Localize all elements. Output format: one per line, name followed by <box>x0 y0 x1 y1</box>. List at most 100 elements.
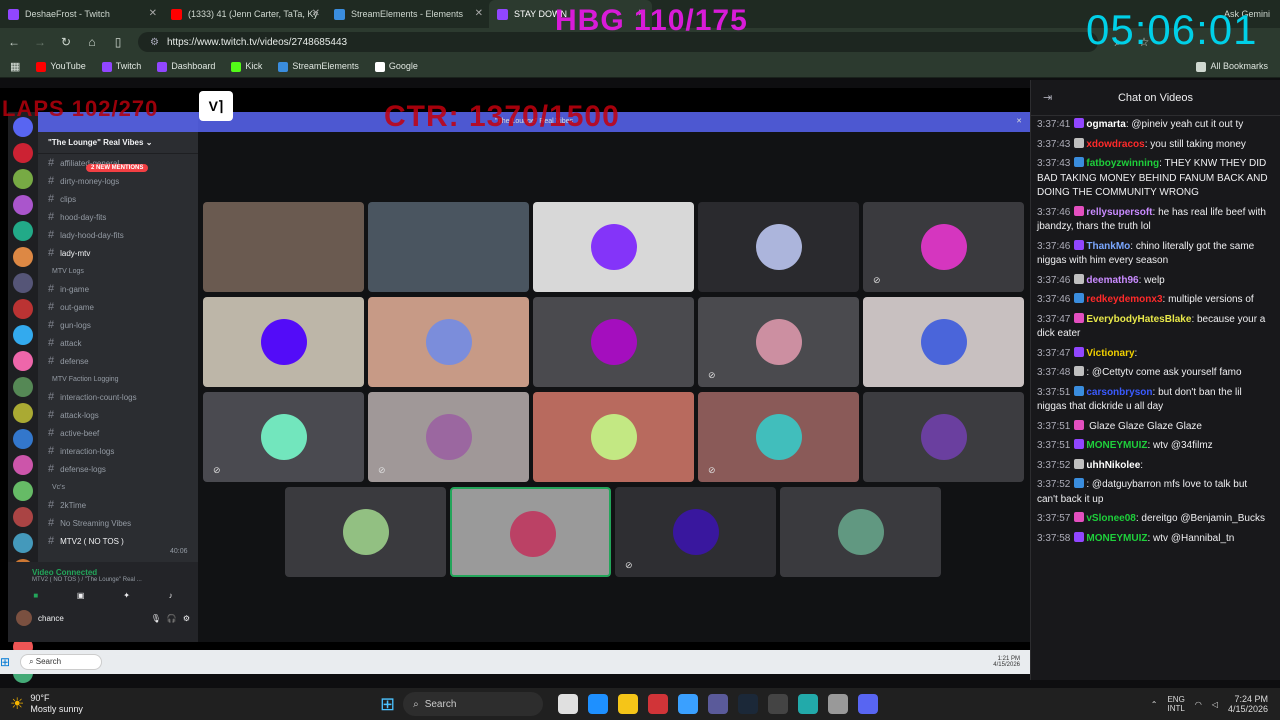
taskbar-app-icon[interactable] <box>558 694 579 714</box>
video-tile[interactable]: ⊘ <box>698 297 859 387</box>
channel-item[interactable]: # defense-logs <box>38 460 198 478</box>
channel-item[interactable]: # out-game <box>38 298 198 316</box>
video-tile[interactable]: ⊘ <box>863 202 1024 292</box>
volume-icon[interactable]: ◁ <box>1212 700 1218 709</box>
channel-category[interactable]: MTV Logs <box>38 262 198 280</box>
taskbar-app-icon[interactable] <box>678 694 699 714</box>
activities-icon[interactable]: ✦ <box>123 591 130 600</box>
video-tile[interactable]: ⊘ <box>203 392 364 482</box>
mic-icon[interactable]: 🎙 <box>151 614 161 623</box>
video-tile[interactable] <box>863 297 1024 387</box>
channel-item[interactable]: # gun-logs <box>38 316 198 334</box>
taskbar-app-icon[interactable] <box>618 694 639 714</box>
video-tile[interactable]: ⊘ <box>368 392 529 482</box>
video-tile[interactable] <box>368 297 529 387</box>
server-icon[interactable] <box>13 351 33 371</box>
server-icon[interactable] <box>13 377 33 397</box>
server-icon[interactable] <box>13 507 33 527</box>
channel-category[interactable]: MTV Faction Logging <box>38 370 198 388</box>
video-tile[interactable] <box>780 487 941 577</box>
video-tile[interactable] <box>450 487 611 577</box>
taskbar-app-icon[interactable] <box>768 694 789 714</box>
video-tile[interactable] <box>533 297 694 387</box>
soundboard-icon[interactable]: ♪ <box>169 591 173 600</box>
bookmark-dashboard[interactable]: Dashboard <box>157 61 215 72</box>
browser-tab-0[interactable]: DeshaeFrost - Twitch ✕ <box>0 0 163 28</box>
close-tab-icon[interactable]: ✕ <box>149 8 157 19</box>
chat-username[interactable]: xdowdracos <box>1086 139 1144 150</box>
video-tile[interactable] <box>533 392 694 482</box>
home-icon[interactable]: ⌂ <box>86 35 98 49</box>
taskbar-app-icon[interactable] <box>738 694 759 714</box>
video-tile[interactable] <box>203 297 364 387</box>
channel-item[interactable]: # interaction-logs <box>38 442 198 460</box>
taskbar-app-icon[interactable] <box>708 694 729 714</box>
server-icon[interactable] <box>13 221 33 241</box>
server-icon[interactable] <box>13 169 33 189</box>
video-tile[interactable] <box>863 392 1024 482</box>
sidebar-icon[interactable]: ▯ <box>112 35 124 49</box>
back-icon[interactable]: ← <box>8 35 20 49</box>
all-bookmarks-button[interactable]: All Bookmarks <box>1196 61 1268 72</box>
chat-username[interactable]: carsonbryson <box>1086 387 1152 398</box>
video-tile[interactable] <box>533 202 694 292</box>
settings-gear-icon[interactable]: ⚙ <box>183 614 190 623</box>
site-info-icon[interactable]: ⚙ <box>150 37 159 48</box>
server-icon[interactable] <box>13 403 33 423</box>
clock[interactable]: 7:24 PM 4/15/2026 <box>1228 694 1268 714</box>
server-icon[interactable] <box>13 481 33 501</box>
server-icon[interactable] <box>13 533 33 553</box>
chat-username[interactable]: uhhNikolee <box>1086 460 1140 471</box>
taskbar-app-icon[interactable] <box>828 694 849 714</box>
banner-close-icon[interactable]: ✕ <box>1016 112 1022 132</box>
start-icon[interactable]: ⊞ <box>380 694 395 715</box>
browser-tab-1[interactable]: (1333) 41 (Jenn Carter, TaTa, Ky ✕ <box>163 0 326 28</box>
chat-username[interactable]: fatboyzwinning <box>1086 158 1159 169</box>
server-icon[interactable] <box>13 325 33 345</box>
chat-username[interactable]: MONEYMUIZ <box>1086 533 1147 544</box>
chat-username[interactable]: rellysupersoft <box>1086 207 1152 218</box>
taskbar-app-icon[interactable] <box>648 694 669 714</box>
video-tile[interactable]: ⊘ <box>615 487 776 577</box>
server-icon[interactable] <box>13 247 33 267</box>
close-tab-icon[interactable]: ✕ <box>312 8 320 19</box>
chat-username[interactable]: EverybodyHatesBlake <box>1086 314 1191 325</box>
channel-item[interactable]: # lady-mtv <box>38 244 198 262</box>
chat-username[interactable]: ThankMo <box>1086 241 1130 252</box>
forward-icon[interactable]: → <box>34 35 46 49</box>
chat-username[interactable]: MONEYMUIZ <box>1086 440 1147 451</box>
server-icon[interactable] <box>13 143 33 163</box>
chat-username[interactable]: ogmarta <box>1086 119 1125 130</box>
channel-item[interactable]: #2kTime <box>38 496 198 514</box>
channel-item[interactable]: # defense <box>38 352 198 370</box>
channel-item[interactable]: # hood-day-fits <box>38 208 198 226</box>
channel-item[interactable]: # dirty-money-logs <box>38 172 198 190</box>
channel-item[interactable]: # in-game <box>38 280 198 298</box>
server-icon[interactable] <box>13 429 33 449</box>
video-tile[interactable] <box>698 202 859 292</box>
bookmark-google[interactable]: Google <box>374 61 418 72</box>
channel-item[interactable]: # attack-logs <box>38 406 198 424</box>
channel-item[interactable]: # lady-hood-day-fits <box>38 226 198 244</box>
avatar[interactable] <box>16 610 32 626</box>
bookmark-youtube[interactable]: YouTube <box>36 61 86 72</box>
video-tile[interactable] <box>285 487 446 577</box>
chat-username[interactable]: vSlonee08 <box>1086 513 1135 524</box>
taskbar-search[interactable]: ⌕ Search <box>403 692 544 716</box>
server-icon[interactable] <box>13 273 33 293</box>
channel-item[interactable]: # No Streaming Vibes <box>38 514 198 532</box>
browser-tab-2[interactable]: StreamElements - Elements ✕ <box>326 0 489 28</box>
server-icon[interactable] <box>13 299 33 319</box>
wifi-icon[interactable]: ◠ <box>1195 700 1202 709</box>
chat-username[interactable]: Victionary <box>1086 348 1134 359</box>
collapse-chat-icon[interactable]: ⇥ <box>1043 91 1052 104</box>
bookmark-twitch[interactable]: Twitch <box>101 61 141 72</box>
chat-username[interactable]: deemath96 <box>1086 275 1138 286</box>
lang-indicator[interactable]: ENG INTL <box>1167 695 1184 713</box>
screen-share-icon[interactable]: ▣ <box>77 591 85 600</box>
server-icon[interactable] <box>13 455 33 475</box>
server-name-header[interactable]: "The Lounge" Real Vibes ⌄ <box>38 132 198 154</box>
video-tile[interactable] <box>203 202 364 292</box>
taskbar-app-icon[interactable] <box>858 694 879 714</box>
server-icon[interactable] <box>13 195 33 215</box>
